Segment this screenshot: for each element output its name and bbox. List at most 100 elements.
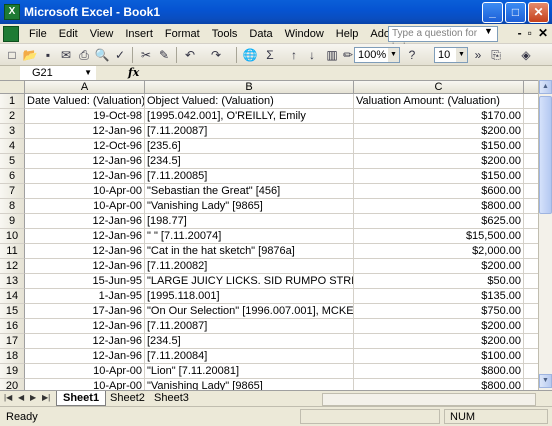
cell-empty[interactable] [524, 244, 538, 259]
cell-date-valued[interactable]: 12-Jan-96 [25, 259, 145, 274]
row-header[interactable]: 11 [0, 244, 25, 259]
cell-empty[interactable] [524, 319, 538, 334]
cell-date-valued[interactable]: 12-Jan-96 [25, 124, 145, 139]
adobe-pdf-icon[interactable]: ⎘ [488, 47, 504, 63]
header-cell-date[interactable]: Date Valued: (Valuation) [25, 94, 145, 109]
cell-object-valued[interactable]: "Vanishing Lady" [9865] [145, 199, 354, 214]
cell-valuation-amount[interactable]: $750.00 [354, 304, 524, 319]
print-icon[interactable]: ⎙ [76, 47, 92, 63]
cell-valuation-amount[interactable]: $100.00 [354, 349, 524, 364]
chevron-down-icon[interactable]: ▼ [456, 48, 467, 62]
cell-date-valued[interactable]: 10-Apr-00 [25, 379, 145, 390]
menu-help[interactable]: Help [330, 25, 365, 43]
cell-object-valued[interactable]: "Vanishing Lady" [9865] [145, 379, 354, 390]
scroll-up-icon[interactable]: ▲ [539, 80, 552, 94]
cell-object-valued[interactable]: [7.11.20085] [145, 169, 354, 184]
menu-file[interactable]: File [23, 25, 53, 43]
cell-valuation-amount[interactable]: $625.00 [354, 214, 524, 229]
cell-date-valued[interactable]: 17-Jan-96 [25, 304, 145, 319]
menu-window[interactable]: Window [279, 25, 330, 43]
save-icon[interactable]: ▪ [40, 47, 56, 63]
cell-empty[interactable] [524, 214, 538, 229]
cell-valuation-amount[interactable]: $50.00 [354, 274, 524, 289]
row-header[interactable]: 10 [0, 229, 25, 244]
ask-question-input[interactable]: Type a question for help [388, 26, 498, 53]
row-header[interactable]: 3 [0, 124, 25, 139]
cell-empty[interactable] [524, 274, 538, 289]
column-header-b[interactable]: B [145, 81, 354, 94]
row-header[interactable]: 4 [0, 139, 25, 154]
chevron-down-icon[interactable]: ▼ [84, 66, 92, 80]
cut-icon[interactable]: ✂ [138, 47, 154, 63]
permission-icon[interactable]: ✉ [58, 47, 74, 63]
cell-valuation-amount[interactable]: $150.00 [354, 169, 524, 184]
cell-date-valued[interactable]: 12-Jan-96 [25, 229, 145, 244]
row-header[interactable]: 9 [0, 214, 25, 229]
column-header-d[interactable]: D [524, 81, 538, 94]
row-header[interactable]: 17 [0, 334, 25, 349]
select-all-corner[interactable] [0, 81, 25, 94]
open-icon[interactable]: 📂 [22, 47, 38, 63]
help-icon[interactable]: ? [404, 47, 420, 63]
first-sheet-icon[interactable]: |◀ [4, 393, 12, 402]
row-header[interactable]: 2 [0, 109, 25, 124]
zoom-select[interactable]: 100% ▼ [354, 47, 400, 63]
cell-empty[interactable] [524, 154, 538, 169]
print-preview-icon[interactable]: 🔍 [94, 47, 110, 63]
cell-empty[interactable] [524, 139, 538, 154]
chart-wizard-icon[interactable]: ▥ [324, 47, 340, 63]
cell-object-valued[interactable]: "Cat in the hat sketch" [9876a] [145, 244, 354, 259]
cell-object-valued[interactable]: "LARGE JUICY LICKS. SID RUMPO STREE [145, 274, 354, 289]
cell-valuation-amount[interactable]: $200.00 [354, 334, 524, 349]
menu-tools[interactable]: Tools [206, 25, 244, 43]
cell-date-valued[interactable]: 12-Jan-96 [25, 214, 145, 229]
cell-object-valued[interactable]: "On Our Selection" [1996.007.001], MCKER… [145, 304, 354, 319]
cell-object-valued[interactable]: [235.6] [145, 139, 354, 154]
horizontal-scrollbar[interactable] [322, 393, 536, 406]
cell-empty[interactable] [524, 304, 538, 319]
cell-empty[interactable] [524, 379, 538, 390]
tab-sheet2[interactable]: Sheet2 [104, 391, 151, 406]
row-header[interactable]: 12 [0, 259, 25, 274]
cell-object-valued[interactable]: [1995.042.001], O'REILLY, Emily [145, 109, 354, 124]
autosum-icon[interactable]: Σ [262, 47, 278, 63]
cell-object-valued[interactable]: [234.5] [145, 154, 354, 169]
menu-insert[interactable]: Insert [119, 25, 159, 43]
cell-object-valued[interactable]: [1995.118.001] [145, 289, 354, 304]
row-header[interactable]: 5 [0, 154, 25, 169]
cell-empty[interactable] [524, 289, 538, 304]
workbook-icon[interactable] [3, 25, 19, 42]
maximize-button[interactable]: □ [505, 2, 526, 23]
cell-date-valued[interactable]: 12-Jan-96 [25, 244, 145, 259]
cell-valuation-amount[interactable]: $200.00 [354, 259, 524, 274]
cell-date-valued[interactable]: 10-Apr-00 [25, 364, 145, 379]
menu-format[interactable]: Format [159, 25, 206, 43]
row-header[interactable]: 8 [0, 199, 25, 214]
research-icon[interactable]: ◈ [518, 47, 534, 63]
row-header[interactable]: 6 [0, 169, 25, 184]
cell-date-valued[interactable]: 12-Jan-96 [25, 349, 145, 364]
workbook-minimize-button[interactable]: - [518, 26, 522, 40]
row-header[interactable]: 13 [0, 274, 25, 289]
tab-sheet1[interactable]: Sheet1 [56, 391, 107, 406]
header-cell-d[interactable] [524, 94, 538, 109]
worksheet-grid[interactable]: A B C D 1 Date Valued: (Valuation) Objec… [0, 80, 538, 390]
cell-empty[interactable] [524, 199, 538, 214]
cell-date-valued[interactable]: 12-Jan-96 [25, 319, 145, 334]
new-icon[interactable]: □ [4, 47, 20, 63]
toolbar-options-icon[interactable]: » [470, 47, 486, 63]
cell-object-valued[interactable]: "Sebastian the Great" [456] [145, 184, 354, 199]
header-cell-amount[interactable]: Valuation Amount: (Valuation) [354, 94, 524, 109]
row-header[interactable]: 7 [0, 184, 25, 199]
cell-empty[interactable] [524, 124, 538, 139]
redo-icon[interactable]: ↷ [208, 47, 224, 63]
hyperlink-icon[interactable]: 🌐 [242, 47, 258, 63]
ask-dropdown-icon[interactable]: ▼ [484, 26, 493, 36]
vertical-scrollbar[interactable]: ▲ ▼ [538, 80, 552, 390]
cell-date-valued[interactable]: 12-Oct-96 [25, 139, 145, 154]
cell-valuation-amount[interactable]: $135.00 [354, 289, 524, 304]
cell-valuation-amount[interactable]: $150.00 [354, 139, 524, 154]
column-header-a[interactable]: A [25, 81, 145, 94]
cell-empty[interactable] [524, 184, 538, 199]
cell-object-valued[interactable]: [7.11.20087] [145, 319, 354, 334]
